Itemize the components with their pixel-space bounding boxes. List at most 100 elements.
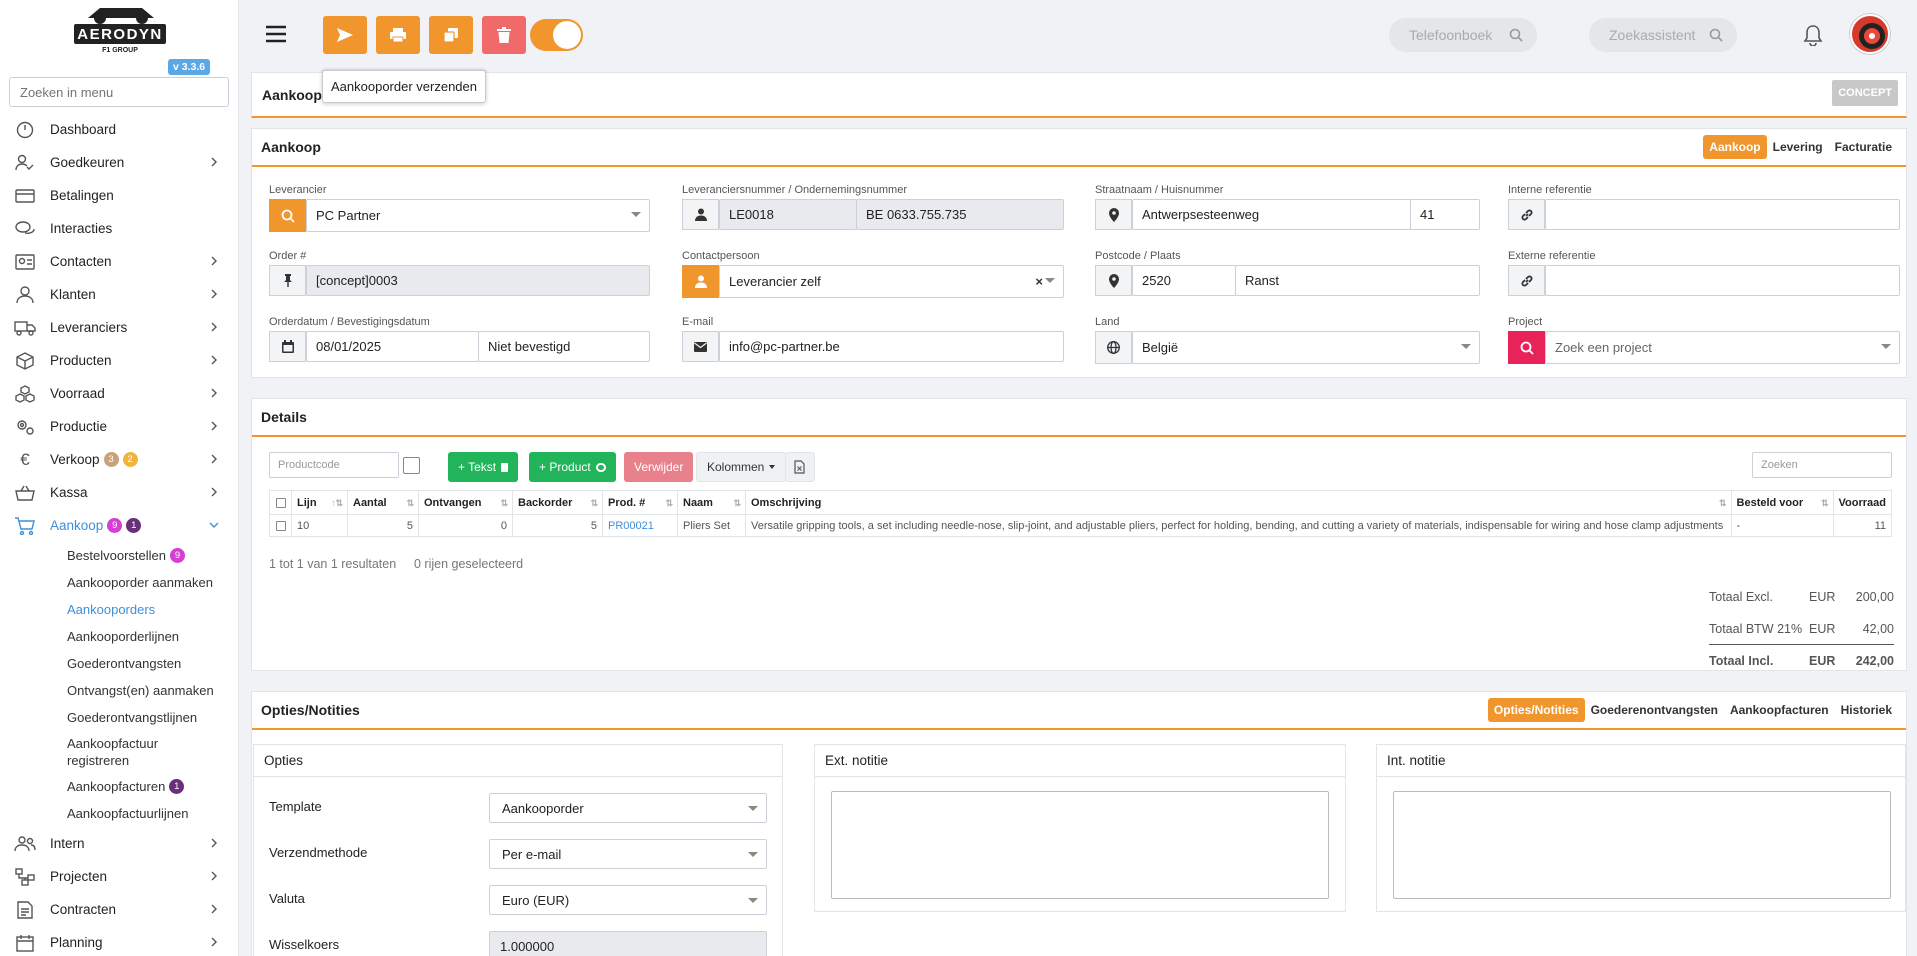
payments-icon — [14, 185, 36, 207]
column-naam[interactable]: Naam ⇅ — [677, 490, 746, 515]
cell-aantal[interactable]: 5 — [347, 514, 419, 537]
tab-goederenontvangsten[interactable]: Goederenontvangsten — [1585, 698, 1724, 722]
submenu-bestelvoorstellen[interactable]: Bestelvoorstellen 9 — [0, 542, 238, 569]
tab-facturatie[interactable]: Facturatie — [1829, 135, 1898, 159]
chevron-right-icon — [211, 322, 217, 332]
add-text-button[interactable]: + Tekst — [448, 452, 519, 482]
select-all-cell[interactable] — [269, 490, 292, 515]
table-search-input[interactable]: Zoeken — [1752, 452, 1892, 478]
tab-opties-notities[interactable]: Opties/Notities — [1487, 698, 1585, 722]
menu-search-input[interactable] — [9, 77, 229, 107]
menu-item-verkoop[interactable]: € Verkoop 3 2 — [0, 443, 238, 476]
supplier-number-field[interactable]: LE0018 — [719, 199, 857, 230]
order-number-field[interactable]: [concept]0003 — [306, 265, 650, 296]
menu-item-intern[interactable]: Intern — [0, 827, 238, 860]
cell-ontvangen: 0 — [418, 514, 513, 537]
row-select-cell[interactable] — [269, 514, 292, 537]
menu-item-planning[interactable]: Planning — [0, 926, 238, 956]
column-backorder[interactable]: Backorder ⇅ — [512, 490, 603, 515]
email-field[interactable]: info@pc-partner.be — [719, 331, 1064, 362]
columns-dropdown-button[interactable]: Kolommen — [696, 452, 787, 482]
house-number-field[interactable]: 41 — [1410, 199, 1480, 230]
delete-order-button[interactable] — [482, 16, 526, 54]
submenu-aankoopfactuur-registreren[interactable]: Aankoopfactuur registreren — [0, 731, 238, 773]
column-lijn[interactable]: Lijn ↑⇅ — [291, 490, 348, 515]
street-field[interactable]: Antwerpsesteenweg — [1132, 199, 1411, 230]
submenu-aankoopfactuurlijnen[interactable]: Aankoopfactuurlijnen — [0, 800, 238, 827]
submenu-aankooporderlijnen[interactable]: Aankooporderlijnen — [0, 623, 238, 650]
assistant-search-input[interactable]: Zoekassistent — [1589, 18, 1737, 52]
menu-item-producten[interactable]: Producten — [0, 344, 238, 377]
menu-item-contacten[interactable]: Contacten — [0, 245, 238, 278]
chevron-down-icon — [748, 852, 758, 857]
submenu-ontvangsten-aanmaken[interactable]: Ontvangst(en) aanmaken — [0, 677, 238, 704]
menu-item-contracten[interactable]: Contracten — [0, 893, 238, 926]
print-button[interactable] — [376, 16, 420, 54]
menu-item-voorraad[interactable]: Voorraad — [0, 377, 238, 410]
toggle-switch[interactable] — [530, 19, 583, 51]
select-all-checkbox[interactable] — [275, 497, 286, 508]
company-number-field[interactable]: BE 0633.755.735 — [856, 199, 1064, 230]
template-select[interactable]: Aankooporder — [489, 793, 767, 823]
send-order-button[interactable] — [323, 16, 367, 54]
column-prod[interactable]: Prod. # ⇅ — [602, 490, 678, 515]
supplier-select[interactable]: PC Partner — [306, 199, 650, 232]
delete-lines-button[interactable]: Verwijder — [624, 452, 694, 482]
column-omschrijving[interactable]: Omschrijving ⇅ — [745, 490, 1732, 515]
notifications-button[interactable] — [1802, 24, 1824, 49]
external-reference-input[interactable] — [1545, 265, 1900, 296]
submenu-aankooporder-aanmaken[interactable]: Aankooporder aanmaken — [0, 569, 238, 596]
row-checkbox[interactable] — [275, 520, 286, 531]
confirmation-date-field[interactable]: Niet bevestigd — [478, 331, 650, 362]
project-select[interactable]: Zoek een project — [1545, 331, 1900, 364]
submenu-aankooporders[interactable]: Aankooporders — [0, 596, 238, 623]
column-voorraad[interactable]: Voorraad — [1832, 490, 1893, 515]
tab-historiek[interactable]: Historiek — [1835, 698, 1898, 722]
company-logo[interactable]: AERODYN F1 GROUP — [70, 2, 170, 54]
menu-item-betalingen[interactable]: Betalingen — [0, 179, 238, 212]
tab-aankoop[interactable]: Aankoop — [1703, 135, 1767, 159]
export-excel-button[interactable] — [785, 452, 815, 482]
menu-item-goedkeuren[interactable]: Goedkeuren — [0, 146, 238, 179]
order-date-field[interactable]: 08/01/2025 — [306, 331, 479, 362]
table-row[interactable]: 10 5 0 5 PR00021 Pliers Set Versatile gr… — [269, 514, 1893, 537]
tab-levering[interactable]: Levering — [1767, 135, 1829, 159]
menu-item-aankoop[interactable]: Aankoop 9 1 — [0, 509, 238, 542]
int-note-textarea[interactable] — [1393, 791, 1891, 899]
column-besteld-voor[interactable]: Besteld voor ⇅ — [1730, 490, 1834, 515]
country-select[interactable]: België — [1132, 331, 1480, 364]
contact-select[interactable]: Leverancier zelf × — [719, 265, 1064, 298]
productcode-input[interactable]: Productcode — [269, 452, 399, 478]
menu-item-klanten[interactable]: Klanten — [0, 278, 238, 311]
menu-item-leveranciers[interactable]: Leveranciers — [0, 311, 238, 344]
submenu-goederontvangsten[interactable]: Goederontvangsten — [0, 650, 238, 677]
productcode-checkbox[interactable] — [403, 457, 420, 474]
clear-icon[interactable]: × — [1035, 274, 1043, 289]
postal-code-field[interactable]: 2520 — [1132, 265, 1236, 296]
currency-select[interactable]: Euro (EUR) — [489, 885, 767, 915]
column-aantal[interactable]: Aantal ⇅ — [347, 490, 419, 515]
menu-item-kassa[interactable]: Kassa — [0, 476, 238, 509]
menu-item-dashboard[interactable]: Dashboard — [0, 113, 238, 146]
supplier-search-button[interactable] — [269, 199, 306, 232]
menu-item-interacties[interactable]: Interacties — [0, 212, 238, 245]
tab-aankoopfacturen[interactable]: Aankoopfacturen — [1724, 698, 1835, 722]
internal-reference-input[interactable] — [1545, 199, 1900, 230]
avatar[interactable] — [1850, 14, 1890, 54]
ext-note-textarea[interactable] — [831, 791, 1329, 899]
city-field[interactable]: Ranst — [1235, 265, 1480, 296]
shipping-method-select[interactable]: Per e-mail — [489, 839, 767, 869]
bell-icon — [1803, 25, 1823, 47]
hamburger-menu-button[interactable] — [265, 24, 287, 44]
exchange-rate-field[interactable]: 1.000000 — [489, 931, 767, 956]
submenu-goederontvangstlijnen[interactable]: Goederontvangstlijnen — [0, 704, 238, 731]
phonebook-search-input[interactable]: Telefoonboek — [1389, 18, 1537, 52]
submenu-aankoopfacturen[interactable]: Aankoopfacturen 1 — [0, 773, 238, 800]
column-ontvangen[interactable]: Ontvangen ⇅ — [418, 490, 513, 515]
menu-item-projecten[interactable]: Projecten — [0, 860, 238, 893]
project-search-button[interactable] — [1508, 331, 1545, 364]
duplicate-button[interactable] — [429, 16, 473, 54]
menu-item-productie[interactable]: Productie — [0, 410, 238, 443]
product-link[interactable]: PR00021 — [602, 514, 678, 537]
add-product-button[interactable]: + Product — [529, 452, 616, 482]
